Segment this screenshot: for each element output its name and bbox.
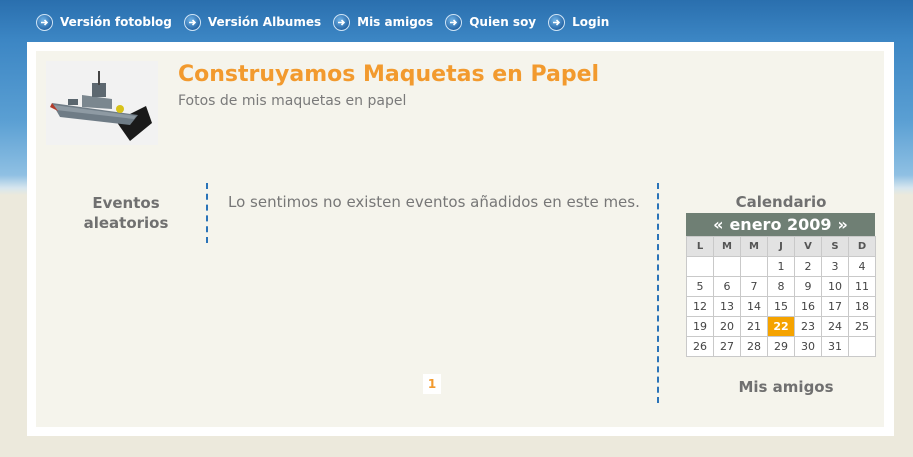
calendar-day: 1 bbox=[767, 256, 795, 277]
calendar-day: 18 bbox=[848, 296, 876, 317]
calendar-day: 26 bbox=[686, 336, 714, 357]
calendar-day: 10 bbox=[821, 276, 849, 297]
calendar-grid: L M M J V S D 1 2 3 4 5 6 7 8 9 10 11 12… bbox=[686, 236, 876, 357]
calendar-day: 25 bbox=[848, 316, 876, 337]
top-nav: Versión fotoblog Versión Albumes Mis ami… bbox=[36, 11, 621, 33]
calendar-day: 27 bbox=[713, 336, 741, 357]
calendar-day: 13 bbox=[713, 296, 741, 317]
calendar-heading: Calendario bbox=[735, 193, 827, 211]
nav-item-fotoblog[interactable]: Versión fotoblog bbox=[36, 13, 172, 31]
calendar-day: 9 bbox=[794, 276, 822, 297]
random-events-heading: Eventos aleatorios bbox=[70, 193, 182, 233]
divider bbox=[206, 183, 208, 243]
calendar-month-header: « enero 2009 » bbox=[686, 213, 875, 236]
nav-item-label: Login bbox=[572, 15, 610, 29]
calendar-day: 2 bbox=[794, 256, 822, 277]
calendar-day: 29 bbox=[767, 336, 795, 357]
calendar-day: 16 bbox=[794, 296, 822, 317]
site-subtitle: Fotos de mis maquetas en papel bbox=[178, 93, 407, 109]
heading-line: Eventos bbox=[92, 194, 160, 212]
calendar-day: 14 bbox=[740, 296, 768, 317]
arrow-right-circle-icon bbox=[445, 13, 463, 31]
pagination-page-1[interactable]: 1 bbox=[423, 374, 441, 394]
calendar-day: 3 bbox=[821, 256, 849, 277]
nav-item-label: Versión fotoblog bbox=[60, 15, 172, 29]
weekday-label: D bbox=[848, 236, 876, 257]
calendar-day: 28 bbox=[740, 336, 768, 357]
nav-item-label: Versión Albumes bbox=[207, 15, 322, 29]
calendar-day: 20 bbox=[713, 316, 741, 337]
heading-line: aleatorios bbox=[83, 214, 169, 232]
nav-item-login[interactable]: Login bbox=[548, 13, 610, 31]
calendar-week-row: 19 20 21 22 23 24 25 bbox=[686, 316, 876, 337]
calendar-day: 19 bbox=[686, 316, 714, 337]
calendar-day: 23 bbox=[794, 316, 822, 337]
calendar-day: 8 bbox=[767, 276, 795, 297]
blog-thumbnail-image[interactable] bbox=[46, 61, 158, 145]
nav-item-quien-soy[interactable]: Quien soy bbox=[445, 13, 537, 31]
arrow-right-circle-icon bbox=[333, 13, 351, 31]
calendar-weekday-row: L M M J V S D bbox=[686, 236, 876, 257]
calendar-day-today[interactable]: 22 bbox=[767, 316, 795, 337]
no-events-message: Lo sentimos no existen eventos añadidos … bbox=[228, 193, 640, 211]
weekday-label: M bbox=[713, 236, 741, 257]
calendar-day: 24 bbox=[821, 316, 849, 337]
calendar-month-label: enero 2009 bbox=[729, 215, 832, 234]
nav-item-amigos[interactable]: Mis amigos bbox=[333, 13, 434, 31]
calendar-day: 31 bbox=[821, 336, 849, 357]
divider bbox=[657, 183, 659, 403]
site-title[interactable]: Construyamos Maquetas en Papel bbox=[178, 62, 599, 87]
arrow-right-circle-icon bbox=[548, 13, 566, 31]
calendar-week-row: 12 13 14 15 16 17 18 bbox=[686, 296, 876, 317]
calendar-next-month[interactable]: » bbox=[838, 215, 848, 234]
nav-item-label: Mis amigos bbox=[357, 15, 434, 29]
friends-heading: Mis amigos bbox=[738, 378, 834, 396]
calendar-day bbox=[848, 336, 876, 357]
calendar-day: 6 bbox=[713, 276, 741, 297]
calendar-day bbox=[686, 256, 714, 277]
arrow-right-circle-icon bbox=[36, 13, 53, 31]
calendar-day: 11 bbox=[848, 276, 876, 297]
arrow-right-circle-icon bbox=[183, 13, 201, 31]
weekday-label: L bbox=[686, 236, 714, 257]
calendar-day: 17 bbox=[821, 296, 849, 317]
calendar-day: 21 bbox=[740, 316, 768, 337]
weekday-label: S bbox=[821, 236, 849, 257]
calendar-day: 30 bbox=[794, 336, 822, 357]
calendar-week-row: 1 2 3 4 bbox=[686, 256, 876, 277]
weekday-label: J bbox=[767, 236, 795, 257]
calendar-day: 4 bbox=[848, 256, 876, 277]
calendar-day: 5 bbox=[686, 276, 714, 297]
nav-item-label: Quien soy bbox=[469, 15, 537, 29]
calendar-prev-month[interactable]: « bbox=[713, 215, 723, 234]
calendar-week-row: 26 27 28 29 30 31 bbox=[686, 336, 876, 357]
weekday-label: M bbox=[740, 236, 768, 257]
weekday-label: V bbox=[794, 236, 822, 257]
calendar-day bbox=[713, 256, 741, 277]
calendar-day: 12 bbox=[686, 296, 714, 317]
calendar-day bbox=[740, 256, 768, 277]
calendar-day: 15 bbox=[767, 296, 795, 317]
calendar-week-row: 5 6 7 8 9 10 11 bbox=[686, 276, 876, 297]
calendar-day: 7 bbox=[740, 276, 768, 297]
nav-item-albumes[interactable]: Versión Albumes bbox=[183, 13, 322, 31]
